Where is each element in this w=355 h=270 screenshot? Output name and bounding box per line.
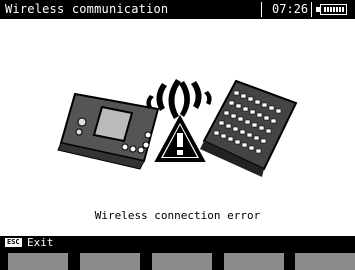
keyboard-device-icon xyxy=(200,79,298,177)
exit-label: Exit xyxy=(27,236,54,249)
meter-device-icon xyxy=(57,92,160,170)
separator xyxy=(311,2,312,17)
wireless-illustration xyxy=(57,79,298,177)
main-panel: Wireless connection error xyxy=(0,19,355,236)
function-key-1[interactable] xyxy=(8,253,68,270)
function-key-5[interactable] xyxy=(295,253,355,270)
clock: 07:26 xyxy=(272,2,309,16)
title-bar: Wireless communication 07:26 xyxy=(0,0,355,19)
function-key-3[interactable] xyxy=(152,253,212,270)
window-title: Wireless communication xyxy=(5,2,169,16)
function-key-bar xyxy=(0,250,355,270)
esc-key-icon: ESC xyxy=(5,238,22,247)
connection-error-text: Wireless connection error xyxy=(94,209,261,222)
function-key-4[interactable] xyxy=(224,253,284,270)
signal-waves-icon xyxy=(179,81,212,117)
bottom-bar: ESC Exit xyxy=(0,236,355,250)
function-key-2[interactable] xyxy=(80,253,140,270)
battery-icon xyxy=(320,4,347,15)
warning-triangle-icon xyxy=(154,114,206,162)
separator xyxy=(261,2,262,17)
